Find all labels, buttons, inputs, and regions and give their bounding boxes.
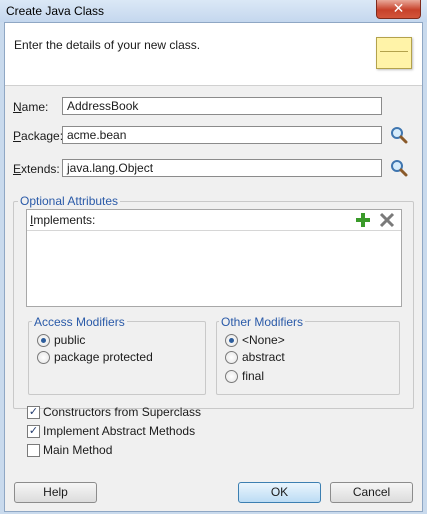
help-button[interactable]: Help <box>14 482 97 503</box>
other-modifiers-legend: Other Modifiers <box>219 315 306 329</box>
dialog-header: Enter the details of your new class. <box>5 23 422 86</box>
cancel-button[interactable]: Cancel <box>330 482 413 503</box>
radio-none-label: <None> <box>242 333 285 347</box>
radio-final[interactable] <box>225 370 238 383</box>
close-button[interactable]: ✕ <box>376 0 421 19</box>
dialog-body: Enter the details of your new class. Nam… <box>4 22 423 512</box>
header-description: Enter the details of your new class. <box>14 38 201 52</box>
window-title: Create Java Class <box>6 4 105 18</box>
radio-abstract-label: abstract <box>242 350 285 364</box>
name-field[interactable]: AddressBook <box>62 97 382 115</box>
checkbox-abstract-methods[interactable]: ✓ <box>27 425 40 438</box>
package-label: Package: <box>13 129 64 143</box>
radio-public[interactable] <box>37 334 50 347</box>
package-field[interactable]: acme.bean <box>62 126 382 144</box>
checkbox-main-method[interactable] <box>27 444 40 457</box>
delete-icon[interactable] <box>379 212 395 228</box>
optional-attributes-legend: Optional Attributes <box>18 194 121 208</box>
checkbox-constructors-label: Constructors from Superclass <box>43 405 202 419</box>
radio-abstract[interactable] <box>225 351 238 364</box>
radio-final-label: final <box>242 369 265 383</box>
checkbox-abstract-methods-label: Implement Abstract Methods <box>43 424 196 438</box>
extends-label: Extends: <box>13 162 60 176</box>
search-icon[interactable] <box>390 159 408 177</box>
extends-field[interactable]: java.lang.Object <box>62 159 382 177</box>
name-label: Name: <box>13 100 49 114</box>
radio-none[interactable] <box>225 334 238 347</box>
ok-button[interactable]: OK <box>238 482 321 503</box>
radio-package-protected-label: package protected <box>54 350 153 364</box>
search-icon[interactable] <box>390 126 408 144</box>
close-icon: ✕ <box>392 0 405 16</box>
title-bar: Create Java Class ✕ <box>0 0 427 22</box>
implements-label: Implements: <box>30 213 96 227</box>
implements-header: Implements: <box>27 210 401 231</box>
access-modifiers-legend: Access Modifiers <box>32 315 127 329</box>
add-icon[interactable] <box>355 212 371 228</box>
radio-public-label: public <box>54 333 86 347</box>
checkbox-main-method-label: Main Method <box>43 443 113 457</box>
implements-list[interactable]: Implements: <box>26 209 402 307</box>
radio-package-protected[interactable] <box>37 351 50 364</box>
java-class-icon <box>376 37 412 69</box>
checkbox-constructors[interactable]: ✓ <box>27 406 40 419</box>
